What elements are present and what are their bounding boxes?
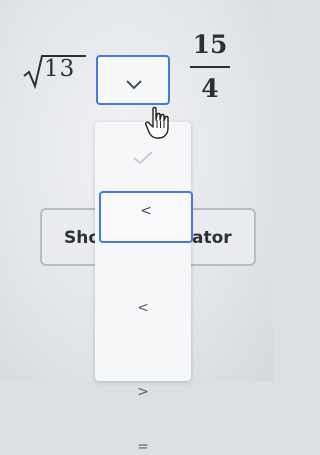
fraction-bar [190, 66, 230, 68]
calculator-button-label-end: ator [192, 228, 232, 248]
fraction-denominator: 4 [201, 74, 219, 103]
fraction-numerator: 15 [192, 30, 228, 59]
comparison-options-list: < > = [95, 122, 191, 455]
option-less-than-label: < [140, 203, 152, 219]
hand-pointer-icon [144, 106, 172, 144]
radicand: 13 [44, 56, 76, 82]
option-greater-than[interactable]: > [95, 384, 191, 400]
check-icon [133, 151, 153, 165]
square-root-expression: 13 [22, 52, 88, 92]
fraction-expression: 15 4 [190, 30, 230, 103]
option-less-than[interactable]: < [95, 300, 191, 316]
option-less-than-focused[interactable]: < [99, 191, 193, 243]
comparison-select[interactable] [96, 55, 170, 105]
option-blank[interactable] [95, 150, 191, 168]
option-equal[interactable]: = [95, 439, 191, 455]
practice-page: 13 15 4 Sho ator < > = < [0, 0, 273, 455]
chevron-down-icon [126, 75, 142, 94]
